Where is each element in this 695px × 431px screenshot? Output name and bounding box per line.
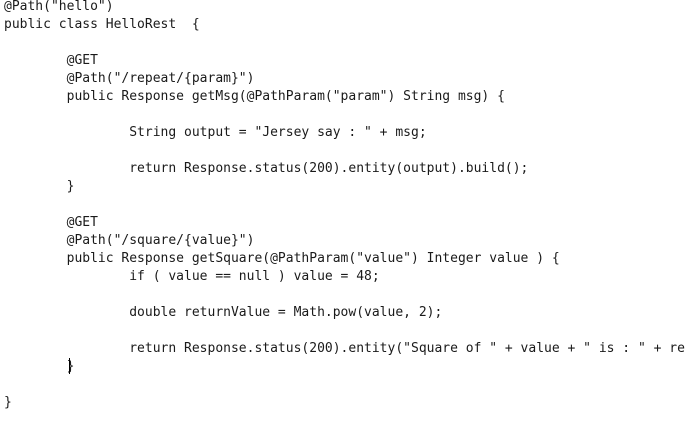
code-line-20: return Response.status(200).entity("Squa…: [4, 341, 685, 356]
text-cursor: [69, 358, 70, 374]
code-line-16: if ( value == null ) value = 48;: [4, 269, 380, 284]
code-line-13: @GET: [4, 215, 98, 230]
code-line-8: String output = "Jersey say : " + msg;: [4, 125, 427, 140]
code-line-21: }: [4, 359, 75, 374]
code-line-10: return Response.status(200).entity(outpu…: [4, 161, 529, 176]
code-line-5: @Path("/repeat/{param}"): [4, 71, 255, 86]
code-line-2: public class HelloRest {: [4, 17, 200, 32]
code-line-14: @Path("/square/{value}"): [4, 233, 255, 248]
code-line-4: @GET: [4, 53, 98, 68]
code-line-23: }: [4, 395, 12, 410]
code-line-18: double returnValue = Math.pow(value, 2);: [4, 305, 443, 320]
code-line-11: }: [4, 179, 75, 194]
code-line-15: public Response getSquare(@PathParam("va…: [4, 251, 560, 266]
code-line-1: @Path("hello"): [4, 0, 114, 14]
code-editor[interactable]: @Path("hello") public class HelloRest { …: [0, 0, 695, 431]
code-line-6: public Response getMsg(@PathParam("param…: [4, 89, 505, 104]
